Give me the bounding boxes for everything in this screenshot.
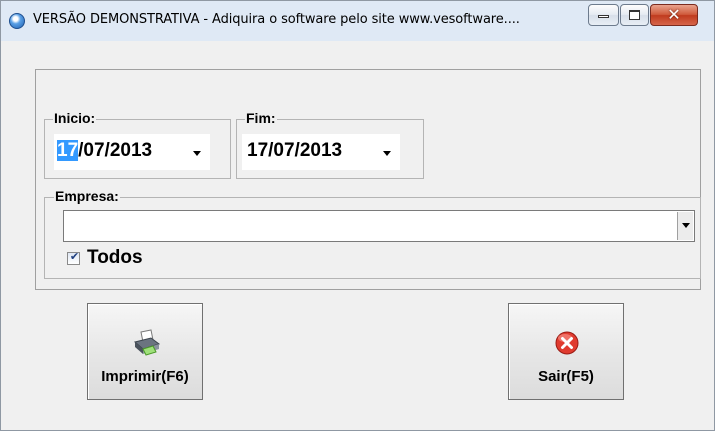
main-window: VERSÃO DEMONSTRATIVA - Adiquira o softwa…: [0, 0, 715, 431]
print-button-label: Imprimir(F6): [101, 368, 189, 385]
print-button[interactable]: Imprimir(F6): [87, 303, 203, 400]
fim-date-picker[interactable]: 17/07/2013: [242, 134, 400, 170]
minimize-button[interactable]: [588, 4, 619, 26]
title-bar[interactable]: VERSÃO DEMONSTRATIVA - Adiquira o softwa…: [1, 1, 714, 41]
empresa-label: Empresa:: [54, 188, 120, 204]
fim-label: Fim:: [245, 110, 277, 126]
empresa-select[interactable]: [63, 210, 695, 242]
window-title: VERSÃO DEMONSTRATIVA - Adiquira o softwa…: [33, 12, 520, 27]
close-icon: ✕: [667, 5, 681, 24]
inicio-day-selection: 17: [57, 140, 79, 161]
minimize-icon: [598, 15, 609, 18]
inicio-date-rest: /07/2013: [78, 140, 153, 161]
inicio-dropdown-arrow-icon[interactable]: [193, 151, 201, 156]
todos-checkbox[interactable]: ✔: [67, 250, 80, 265]
maximize-button[interactable]: [620, 4, 649, 26]
close-circle-icon: [555, 331, 579, 355]
exit-button-label: Sair(F5): [538, 368, 594, 385]
chevron-down-icon: [682, 223, 690, 228]
todos-label[interactable]: Todos: [87, 247, 143, 269]
maximize-icon: [629, 10, 640, 20]
inicio-date-value[interactable]: 17/07/2013: [57, 140, 152, 162]
exit-button[interactable]: Sair(F5): [508, 303, 624, 400]
empresa-select-button[interactable]: [677, 212, 693, 240]
printer-icon: [133, 329, 161, 356]
inicio-date-picker[interactable]: 17/07/2013: [54, 134, 210, 170]
fim-date-value[interactable]: 17/07/2013: [247, 140, 342, 162]
app-globe-icon: [9, 13, 25, 29]
inicio-label: Inicio:: [53, 110, 97, 126]
checkmark-icon: ✔: [69, 250, 80, 263]
close-button[interactable]: ✕: [650, 4, 698, 26]
fim-dropdown-arrow-icon[interactable]: [383, 151, 391, 156]
